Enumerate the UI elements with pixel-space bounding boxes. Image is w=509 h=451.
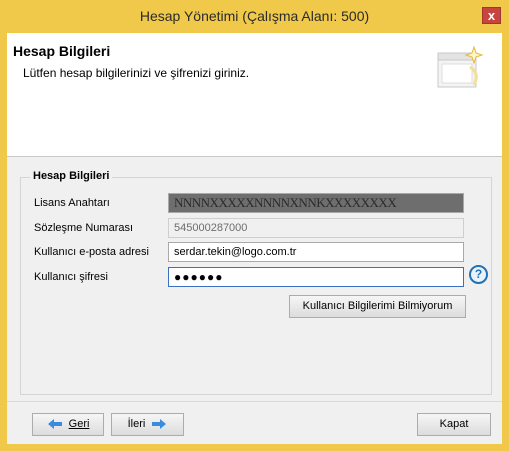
footer-separator <box>7 401 502 402</box>
password-label: Kullanıcı şifresi <box>34 271 108 283</box>
password-field[interactable]: ●●●●●● <box>168 267 464 287</box>
back-button-label: Geri <box>68 418 90 430</box>
arrow-left-icon <box>47 419 62 430</box>
email-field[interactable]: serdar.tekin@logo.com.tr <box>168 242 464 262</box>
banner-subtitle: Lütfen hesap bilgilerinizi ve şifrenizi … <box>23 66 250 80</box>
question-mark-icon[interactable]: ? <box>469 265 488 284</box>
dialog-client-area: Hesap Bilgileri Lütfen hesap bilgilerini… <box>7 33 502 444</box>
window-title: Hesap Yönetimi (Çalışma Alanı: 500) <box>139 8 370 24</box>
close-window-button[interactable]: x <box>482 7 501 24</box>
license-key-label: Lisans Anahtarı <box>34 197 110 209</box>
group-legend: Hesap Bilgileri <box>30 170 113 182</box>
forgot-credentials-button[interactable]: Kullanıcı Bilgilerimi Bilmiyorum <box>289 295 466 318</box>
next-button-label: İleri <box>127 418 146 430</box>
title-bar[interactable]: Hesap Yönetimi (Çalışma Alanı: 500) x <box>0 0 509 33</box>
next-button[interactable]: İleri <box>111 413 184 436</box>
wizard-window-icon <box>437 45 484 88</box>
back-button[interactable]: Geri <box>32 413 104 436</box>
license-key-field[interactable]: NNNNXXXXXNNNNXNNKXXXXXXXX <box>168 193 464 213</box>
contract-number-field[interactable]: 545000287000 <box>168 218 464 238</box>
email-label: Kullanıcı e-posta adresi <box>34 246 149 258</box>
banner-title: Hesap Bilgileri <box>13 43 111 59</box>
dialog-window: Hesap Yönetimi (Çalışma Alanı: 500) x He… <box>0 0 509 451</box>
header-banner: Hesap Bilgileri Lütfen hesap bilgilerini… <box>7 33 502 157</box>
arrow-right-icon <box>152 419 167 430</box>
close-button[interactable]: Kapat <box>417 413 491 436</box>
contract-number-label: Sözleşme Numarası <box>34 222 134 234</box>
